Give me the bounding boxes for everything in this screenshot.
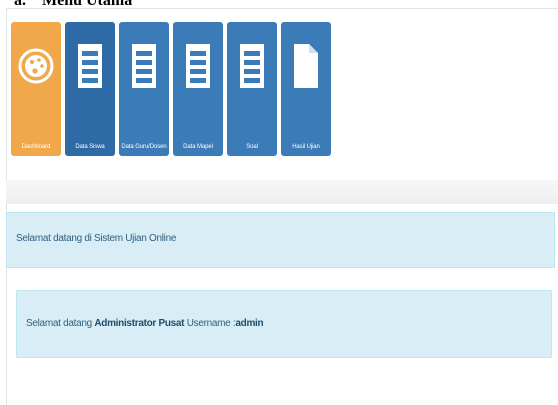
menu-tile-label: Dashboard xyxy=(21,144,51,150)
user-info-line: Selamat datang Administrator Pusat Usern… xyxy=(26,318,264,329)
list-document-icon xyxy=(70,32,110,100)
menu-tile-label: Data Mapel xyxy=(183,144,213,150)
list-document-icon xyxy=(178,32,218,100)
user-info-alert: Selamat datang Administrator Pusat Usern… xyxy=(16,290,552,358)
section-divider xyxy=(6,180,558,204)
user-role: Administrator Pusat xyxy=(94,318,185,329)
list-document-icon xyxy=(124,32,164,100)
menu-tile-hasil-ujian[interactable]: Hasil Ujian xyxy=(281,22,331,156)
username-value: admin xyxy=(235,318,264,329)
menu-tile-label: Data Guru/Dosen xyxy=(121,144,167,150)
main-menu: Dashboard Data Siswa Data Guru/Dosen Dat… xyxy=(11,22,331,182)
panel-left-border xyxy=(6,268,7,404)
menu-tile-data-siswa[interactable]: Data Siswa xyxy=(65,22,115,156)
menu-tile-label: Soal xyxy=(246,144,258,150)
document-icon xyxy=(286,32,326,100)
list-document-icon xyxy=(232,32,272,100)
welcome-panel-heading: Selamat datang di Sistem Ujian Online xyxy=(6,212,555,268)
welcome-prefix: Selamat datang xyxy=(26,318,92,329)
welcome-heading-text: Selamat datang di Sistem Ujian Online xyxy=(16,233,177,244)
username-label: Username : xyxy=(186,318,236,329)
menu-tile-label: Data Siswa xyxy=(75,144,105,150)
menu-tile-dashboard[interactable]: Dashboard xyxy=(11,22,61,156)
palette-icon xyxy=(16,32,56,100)
menu-tile-data-guru-dosen[interactable]: Data Guru/Dosen xyxy=(119,22,169,156)
menu-tile-soal[interactable]: Soal xyxy=(227,22,277,156)
menu-tile-data-mapel[interactable]: Data Mapel xyxy=(173,22,223,156)
menu-tile-label: Hasil Ujian xyxy=(292,144,320,150)
